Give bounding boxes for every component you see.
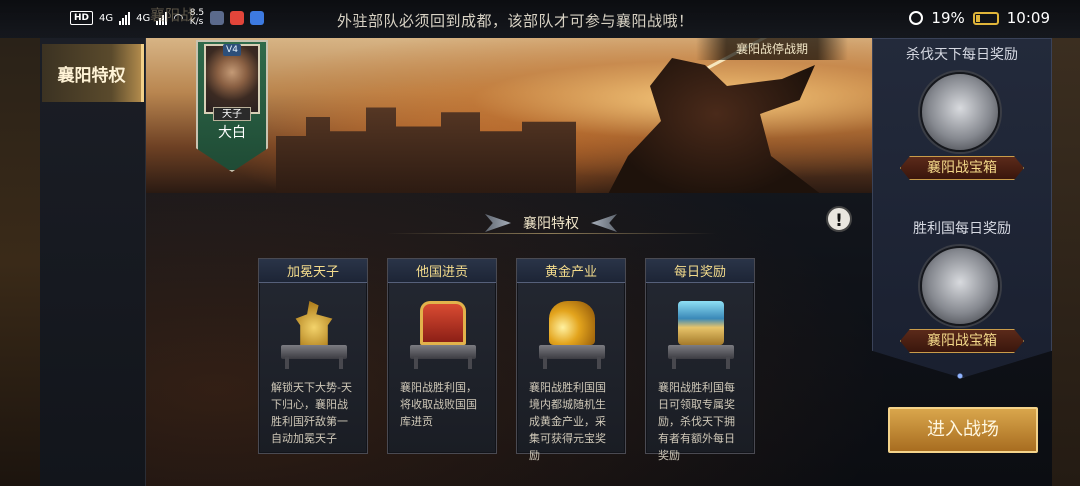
privilege-card: 他国进贡 襄阳战胜利国，将收取战败国国库进贡 <box>387 258 497 454</box>
pedestal-leg <box>726 357 730 369</box>
privilege-card: 黄金产业 襄阳战胜利国国境内都城随机生成黄金产业，采集可获得元宝奖励 <box>516 258 626 462</box>
card-description: 襄阳战胜利国，将收取战败国国库进贡 <box>400 381 477 428</box>
castle-illustration <box>276 107 576 193</box>
card-description: 襄阳战胜利国国境内都城随机生成黄金产业，采集可获得元宝奖励 <box>529 381 606 462</box>
game-app-icon <box>210 11 225 25</box>
red-app-icon <box>230 11 245 25</box>
pedestal-leg <box>285 357 289 369</box>
card-title: 每日奖励 <box>646 259 754 283</box>
card-title: 加冕天子 <box>259 259 367 283</box>
ruler-name: 大白 <box>218 125 246 141</box>
panel-indicator <box>945 370 975 382</box>
hd-badge: HD <box>70 11 94 25</box>
ghost-title: 襄阳战 <box>150 6 196 24</box>
chest-label: 襄阳战宝箱 <box>900 329 1024 353</box>
status-bar: HD 4G 4G ◠ 8.5 K/s 襄阳战 外驻部队必须回到成都，该部队才可参… <box>0 0 1080 38</box>
right-wing-icon <box>591 214 617 232</box>
pedestal <box>668 345 734 359</box>
section-header: 襄阳特权 <box>386 206 716 240</box>
help-icon[interactable]: ! <box>826 206 852 232</box>
pedestal <box>539 345 605 359</box>
pedestal-leg <box>468 357 472 369</box>
jade-seal-icon <box>295 301 333 345</box>
battle-period-label: 襄阳战停战期 <box>695 38 848 60</box>
horseman-illustration <box>606 58 826 193</box>
card-art <box>259 283 367 373</box>
pedestal-leg <box>414 357 418 369</box>
reward-title: 胜利国每日奖励 <box>913 221 1011 237</box>
section-title: 襄阳特权 <box>523 216 579 232</box>
chest-label: 襄阳战宝箱 <box>900 156 1024 180</box>
enter-battle-button[interactable]: 进入战场 <box>888 407 1038 453</box>
card-art <box>388 283 496 373</box>
reward-title: 杀伐天下每日奖励 <box>906 47 1018 63</box>
tab-xiangyang-privilege[interactable]: 襄阳特权 <box>42 44 144 102</box>
clock: 10:09 <box>1006 9 1050 27</box>
background-left <box>0 38 40 486</box>
pedestal-leg <box>597 357 601 369</box>
tab-label: 襄阳特权 <box>57 65 126 86</box>
gold-ingots-icon <box>549 301 595 345</box>
background-right <box>1052 38 1080 486</box>
reward-box-icon <box>678 301 724 345</box>
card-art <box>646 283 754 373</box>
battery-fill <box>975 14 980 22</box>
card-title: 黄金产业 <box>517 259 625 283</box>
network-1-label: 4G <box>99 12 114 24</box>
music-app-icon <box>250 11 265 25</box>
network-2-label: 4G <box>136 12 151 24</box>
pedestal-leg <box>543 357 547 369</box>
privilege-card: 加冕天子 解锁天下大势-天下归心，襄阳战胜利国歼敌第一自动加冕天子 <box>258 258 368 454</box>
left-wing-icon <box>485 214 511 232</box>
card-art <box>517 283 625 373</box>
status-right: 19% 10:09 <box>909 9 1050 27</box>
section-divider <box>386 233 716 234</box>
privilege-card: 每日奖励 襄阳战胜利国每日可领取专属奖励，杀伐天下拥有者有额外每日奖励 <box>645 258 755 462</box>
pedestal-leg <box>339 357 343 369</box>
silver-chest-icon[interactable] <box>920 246 1000 326</box>
silver-chest-icon[interactable] <box>920 72 1000 152</box>
scroll-message: 外驻部队必须回到成都，该部队才可参与襄阳战哦！ <box>337 12 694 30</box>
pedestal <box>410 345 476 359</box>
treasure-chest-icon <box>420 301 466 345</box>
signal-icon <box>119 11 131 25</box>
ruler-title: 天子 <box>213 107 251 121</box>
vip-level: V4 <box>223 44 241 56</box>
card-description: 襄阳战胜利国每日可领取专属奖励，杀伐天下拥有者有额外每日奖励 <box>658 381 735 462</box>
left-nav: 襄阳特权 <box>40 38 146 486</box>
card-title: 他国进贡 <box>388 259 496 283</box>
pedestal <box>281 345 347 359</box>
card-description: 解锁天下大势-天下归心，襄阳战胜利国歼敌第一自动加冕天子 <box>271 381 352 445</box>
pedestal-leg <box>672 357 676 369</box>
battery-percent: 19% <box>931 9 965 27</box>
alarm-icon <box>909 11 924 25</box>
battery-icon <box>972 11 999 25</box>
